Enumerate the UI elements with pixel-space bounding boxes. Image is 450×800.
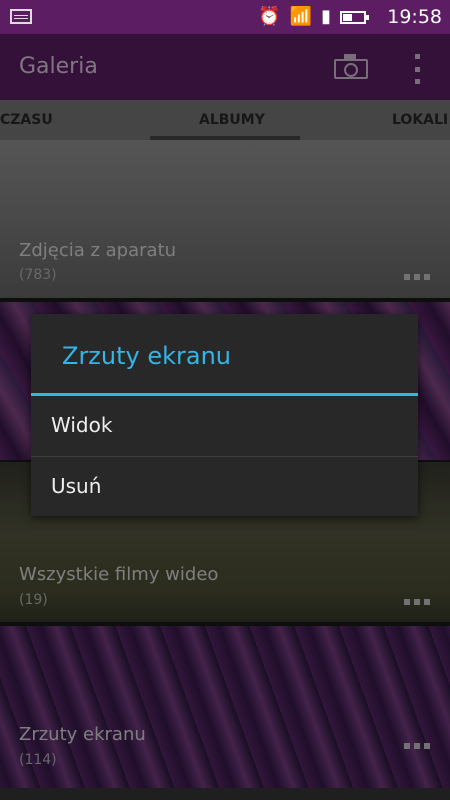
notification-screenshot-icon xyxy=(10,9,32,24)
wifi-icon: 📶 xyxy=(289,6,313,27)
signal-icon: ▮ xyxy=(321,6,331,27)
status-bar: ⏰ 📶 ▮ 19:58 xyxy=(0,0,450,34)
alarm-icon: ⏰ xyxy=(258,6,281,27)
dialog-title: Zrzuty ekranu xyxy=(62,342,232,370)
dialog-item-delete[interactable]: Usuń xyxy=(31,457,418,517)
dialog-item-label: Widok xyxy=(51,413,113,437)
dialog-item-view[interactable]: Widok xyxy=(31,396,418,456)
context-dialog: Zrzuty ekranu Widok Usuń xyxy=(31,314,418,516)
battery-icon xyxy=(340,10,369,24)
status-clock: 19:58 xyxy=(387,6,442,28)
dialog-item-label: Usuń xyxy=(51,474,102,498)
status-icons: ⏰ 📶 ▮ xyxy=(258,6,369,28)
